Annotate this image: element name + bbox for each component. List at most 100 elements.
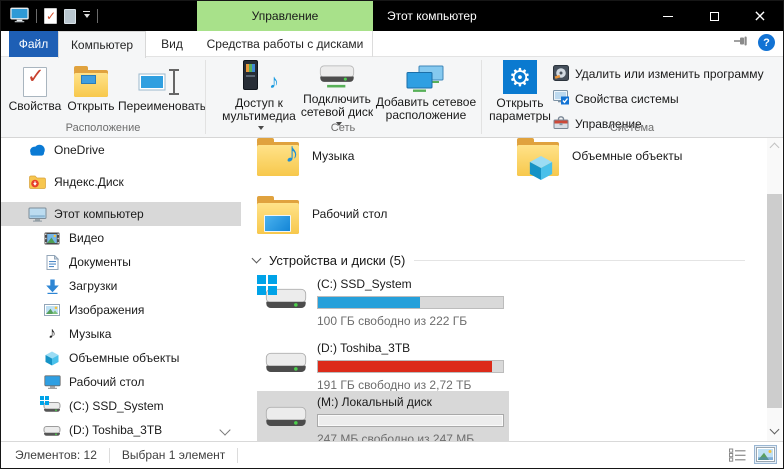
sidebar-item-desktop[interactable]: Рабочий стол	[1, 370, 241, 394]
computer-icon	[27, 207, 47, 222]
hdd-icon	[42, 424, 62, 437]
explorer-window: ✓ Управление Этот компьютер × Файл Компь…	[0, 0, 784, 469]
tab-file[interactable]: Файл	[9, 31, 58, 57]
windows-logo-overlay	[40, 396, 49, 405]
close-button[interactable]: ×	[737, 1, 783, 31]
uninstall-program-icon	[553, 65, 569, 84]
sidebar-item-documents[interactable]: Документы	[1, 250, 241, 274]
folder-tile-music[interactable]: ♪ Музыка	[257, 142, 509, 196]
group-label-location: Расположение	[1, 122, 205, 134]
system-properties-button[interactable]: Свойства системы	[553, 89, 679, 109]
explorer-window-icon	[10, 7, 29, 26]
items-count: Элементов: 12	[15, 448, 97, 462]
downloads-icon	[42, 279, 62, 294]
settings-gear-icon: ⚙	[503, 60, 537, 94]
properties-button[interactable]: ✓ Свойства	[7, 60, 63, 122]
network-drive-icon	[318, 60, 356, 90]
group-label-system: Система	[481, 122, 783, 134]
sidebar-item-videos[interactable]: Видео	[1, 226, 241, 250]
scroll-down-icon[interactable]	[769, 425, 779, 435]
details-view-button[interactable]	[726, 445, 749, 464]
onedrive-icon	[27, 144, 47, 156]
scroll-up-icon[interactable]	[769, 143, 779, 153]
section-divider	[414, 260, 745, 261]
open-button[interactable]: Открыть	[65, 60, 117, 122]
qat-properties-icon[interactable]: ✓	[44, 8, 57, 24]
folder-music-icon: ♪	[257, 142, 299, 176]
quick-access-toolbar: ✓	[10, 1, 98, 31]
status-separator	[237, 448, 238, 463]
ribbon: ✓ Свойства Открыть Переименовать Располо…	[1, 57, 783, 138]
open-settings-button[interactable]: ⚙ Открыть параметры	[487, 60, 553, 122]
folder-tile-3d-objects[interactable]: Объемные объекты	[517, 142, 769, 196]
uninstall-program-button[interactable]: Удалить или изменить программу	[553, 64, 764, 84]
sidebar-item-drive-d[interactable]: (D:) Toshiba_3TB	[1, 418, 241, 441]
title-bar: ✓ Управление Этот компьютер ×	[1, 1, 783, 31]
video-icon	[42, 232, 62, 245]
drive-tile-d[interactable]: (D:) Toshiba_3TB 191 ГБ свободно из 2,72…	[257, 337, 509, 389]
drive-tile-c[interactable]: (C:) SSD_System 100 ГБ свободно из 222 Г…	[257, 273, 509, 325]
sidebar-item-onedrive[interactable]: OneDrive	[1, 138, 241, 162]
hdd-icon	[259, 395, 317, 443]
file-list-pane: ♪ Музыка Объемные объекты Рабочий стол У…	[241, 138, 783, 441]
rename-icon	[141, 60, 183, 97]
sidebar-item-music[interactable]: ♪ Музыка	[1, 322, 241, 346]
media-access-button[interactable]: ♪ Доступ к мультимедиа	[219, 60, 299, 122]
hdd-windows-icon	[259, 277, 317, 325]
group-label-network: Сеть	[205, 122, 481, 134]
maximize-button[interactable]	[691, 1, 737, 31]
desktop-icon	[42, 375, 62, 389]
ribbon-tab-row: Файл Компьютер Вид Средства работы с дис…	[1, 31, 783, 57]
status-bar: Элементов: 12 Выбран 1 элемент	[1, 441, 783, 468]
qat-separator	[36, 9, 37, 23]
tab-view[interactable]: Вид	[146, 31, 198, 57]
capacity-bar	[317, 414, 504, 427]
qat-new-item-icon[interactable]	[64, 9, 76, 24]
yandex-disk-icon	[27, 175, 47, 189]
status-separator	[109, 448, 110, 463]
navigation-pane: OneDrive Яндекс.Диск Этот компьютер Виде…	[1, 138, 241, 441]
tab-disk-tools[interactable]: Средства работы с дисками	[198, 31, 373, 57]
capacity-bar	[317, 360, 504, 373]
sidebar-item-pictures[interactable]: Изображения	[1, 298, 241, 322]
capacity-bar	[317, 296, 504, 309]
help-icon[interactable]: ?	[758, 34, 775, 51]
vertical-scrollbar[interactable]	[767, 138, 782, 441]
drive-tile-m[interactable]: (M:) Локальный диск 247 МБ свободно из 2…	[257, 391, 509, 443]
add-network-location-button[interactable]: Добавить сетевое расположение	[373, 60, 479, 122]
folder-tile-desktop[interactable]: Рабочий стол	[257, 200, 509, 254]
window-title: Этот компьютер	[387, 1, 477, 31]
map-network-drive-button[interactable]: Подключить сетевой диск	[299, 60, 375, 122]
collapse-chevron-icon[interactable]	[252, 254, 262, 264]
sidebar-item-this-pc[interactable]: Этот компьютер	[1, 202, 241, 226]
rename-button[interactable]: Переименовать	[119, 60, 205, 122]
3d-objects-icon	[42, 351, 62, 366]
windows-logo-overlay	[257, 275, 277, 295]
tab-computer[interactable]: Компьютер	[58, 31, 146, 58]
qat-customize-arrow-icon[interactable]	[83, 11, 90, 21]
selection-count: Выбран 1 элемент	[122, 448, 225, 462]
view-toggle-buttons	[726, 445, 777, 464]
large-icons-view-button[interactable]	[754, 445, 777, 464]
properties-icon: ✓	[23, 60, 47, 97]
hdd-windows-icon	[42, 400, 62, 413]
media-access-icon: ♪	[241, 60, 277, 94]
scrollbar-thumb[interactable]	[767, 194, 782, 408]
open-folder-icon	[74, 60, 108, 97]
qat-separator	[97, 9, 98, 23]
sidebar-item-3d-objects[interactable]: Объемные объекты	[1, 346, 241, 370]
sidebar-item-drive-c[interactable]: (C:) SSD_System	[1, 394, 241, 418]
documents-icon	[42, 255, 62, 270]
maximize-icon	[710, 12, 719, 21]
sidebar-item-yandex-disk[interactable]: Яндекс.Диск	[1, 170, 241, 194]
ribbon-corner-icons: ?	[734, 34, 775, 51]
devices-section-header[interactable]: Устройства и диски (5)	[253, 253, 745, 268]
hdd-icon	[259, 341, 317, 389]
folder-desktop-icon	[257, 200, 299, 234]
pin-ribbon-icon[interactable]	[734, 35, 749, 50]
network-location-icon	[406, 60, 446, 93]
minimize-button[interactable]	[645, 1, 691, 31]
sidebar-item-downloads[interactable]: Загрузки	[1, 274, 241, 298]
pictures-icon	[42, 304, 62, 316]
contextual-tab-manage[interactable]: Управление	[197, 1, 373, 31]
